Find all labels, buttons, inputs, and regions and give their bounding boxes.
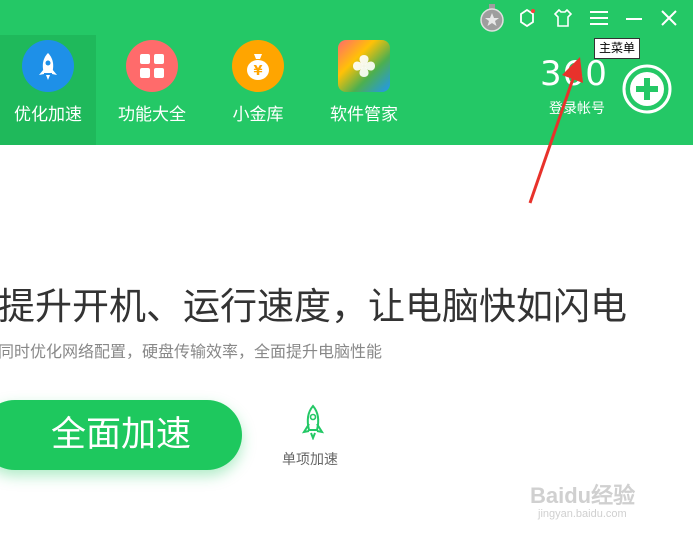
menu-tooltip: 主菜单 (594, 38, 641, 59)
svg-text:¥: ¥ (253, 64, 262, 79)
nav-item-vault[interactable]: ¥ 小金库 (210, 35, 306, 145)
nav-item-features[interactable]: 功能大全 (104, 35, 200, 145)
plus-circle-icon (622, 64, 672, 114)
grid-icon (126, 40, 178, 92)
nav-label-features: 功能大全 (118, 105, 186, 125)
nav-item-optimize[interactable]: 优化加速 (0, 35, 96, 145)
main-subline: 同时优化网络配置，硬盘传输效率，全面提升电脑性能 (0, 342, 383, 361)
add-account-button[interactable] (622, 64, 672, 114)
single-accelerate-label[interactable]: 单项加速 (282, 449, 338, 469)
annotation-arrow (528, 57, 583, 204)
medal-icon[interactable] (480, 4, 504, 32)
tshirt-icon[interactable] (552, 7, 574, 29)
minimize-icon[interactable] (623, 7, 645, 29)
baidu-watermark-url: jingyan.baidu.com (538, 508, 627, 520)
nav-label-vault: 小金库 (232, 105, 284, 125)
main-headline: 提升开机、运行速度，让电脑快如闪电 (0, 285, 627, 328)
nav-label-optimize: 优化加速 (14, 105, 82, 125)
menu-icon[interactable] (588, 7, 610, 29)
skin-change-icon[interactable] (516, 7, 538, 29)
rocket-icon (22, 40, 74, 92)
full-accelerate-button[interactable]: 全面加速 (0, 400, 242, 470)
nav-label-software: 软件管家 (330, 105, 398, 125)
money-bag-icon: ¥ (232, 40, 284, 92)
baidu-watermark: Baidu经验 (530, 483, 636, 508)
single-accelerate-rocket-icon[interactable] (300, 404, 326, 441)
software-manager-icon (338, 40, 390, 92)
nav-item-software[interactable]: 软件管家 (316, 35, 412, 145)
close-icon[interactable] (658, 7, 680, 29)
